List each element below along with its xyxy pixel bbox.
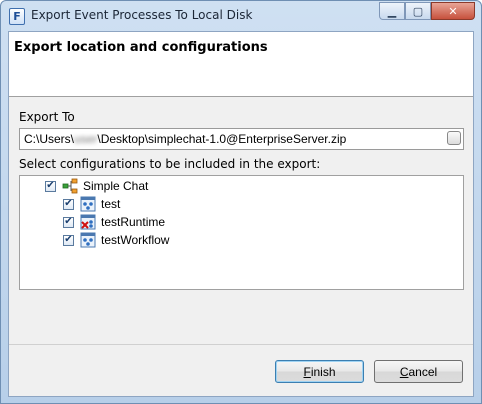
app-icon: F bbox=[9, 8, 25, 25]
cancel-button[interactable]: Cancel bbox=[374, 360, 463, 383]
page-title: Export location and configurations bbox=[14, 40, 268, 55]
export-path-field[interactable]: C:\Users\user\Desktop\simplechat-1.0@Ent… bbox=[19, 128, 464, 150]
tree-item-test[interactable]: ✔ test bbox=[63, 195, 120, 213]
tree-label-testworkflow: testWorkflow bbox=[101, 233, 170, 247]
title-bar[interactable]: F Export Event Processes To Local Disk ▁… bbox=[1, 1, 481, 31]
close-button[interactable]: ✕ bbox=[431, 2, 475, 20]
path-suffix: \Desktop\simplechat-1.0@EnterpriseServer… bbox=[97, 132, 347, 146]
configuration-error-icon bbox=[80, 214, 96, 230]
tree-label-test: test bbox=[101, 197, 121, 211]
checkbox-testruntime[interactable]: ✔ bbox=[63, 216, 74, 228]
finish-button-label: Finish bbox=[303, 364, 336, 379]
tree-root-simple-chat[interactable]: ✔ Simple Chat bbox=[45, 177, 148, 195]
window-title: Export Event Processes To Local Disk bbox=[31, 8, 253, 22]
minimize-icon: ▁ bbox=[387, 4, 397, 18]
configuration-icon bbox=[80, 196, 96, 212]
tree-label-testruntime: testRuntime bbox=[101, 215, 166, 229]
header-banner: Export location and configurations bbox=[9, 32, 473, 97]
path-prefix: C:\Users\ bbox=[24, 132, 75, 146]
dialog-body: Export location and configurations Expor… bbox=[8, 31, 474, 397]
configurations-label: Select configurations to be included in … bbox=[19, 157, 321, 171]
close-icon: ✕ bbox=[448, 4, 458, 18]
tree-label-simple-chat: Simple Chat bbox=[83, 179, 149, 193]
export-to-label: Export To bbox=[19, 110, 75, 124]
maximize-button[interactable]: ▢ bbox=[405, 2, 431, 20]
export-dialog-window: F Export Event Processes To Local Disk ▁… bbox=[0, 0, 482, 404]
redacted-username: user bbox=[74, 132, 98, 146]
cancel-button-label: Cancel bbox=[399, 364, 438, 379]
tree-item-testworkflow[interactable]: ✔ testWorkflow bbox=[63, 231, 169, 249]
project-tree-icon bbox=[62, 178, 78, 194]
configurations-tree[interactable]: ✔ Simple Chat ✔ test ✔ testRuntime ✔ tes… bbox=[19, 175, 464, 290]
tree-item-testruntime[interactable]: ✔ testRuntime bbox=[63, 213, 165, 231]
checkbox-testworkflow[interactable]: ✔ bbox=[63, 234, 74, 246]
configuration-icon bbox=[80, 232, 96, 248]
window-controls: ▁ ▢ ✕ bbox=[379, 2, 475, 20]
checkbox-test[interactable]: ✔ bbox=[63, 198, 74, 210]
footer-divider bbox=[9, 344, 473, 345]
finish-button[interactable]: Finish bbox=[275, 360, 364, 383]
checkbox-simple-chat[interactable]: ✔ bbox=[45, 180, 56, 192]
minimize-button[interactable]: ▁ bbox=[379, 2, 405, 20]
browse-button[interactable] bbox=[447, 131, 461, 145]
maximize-icon: ▢ bbox=[412, 4, 424, 18]
